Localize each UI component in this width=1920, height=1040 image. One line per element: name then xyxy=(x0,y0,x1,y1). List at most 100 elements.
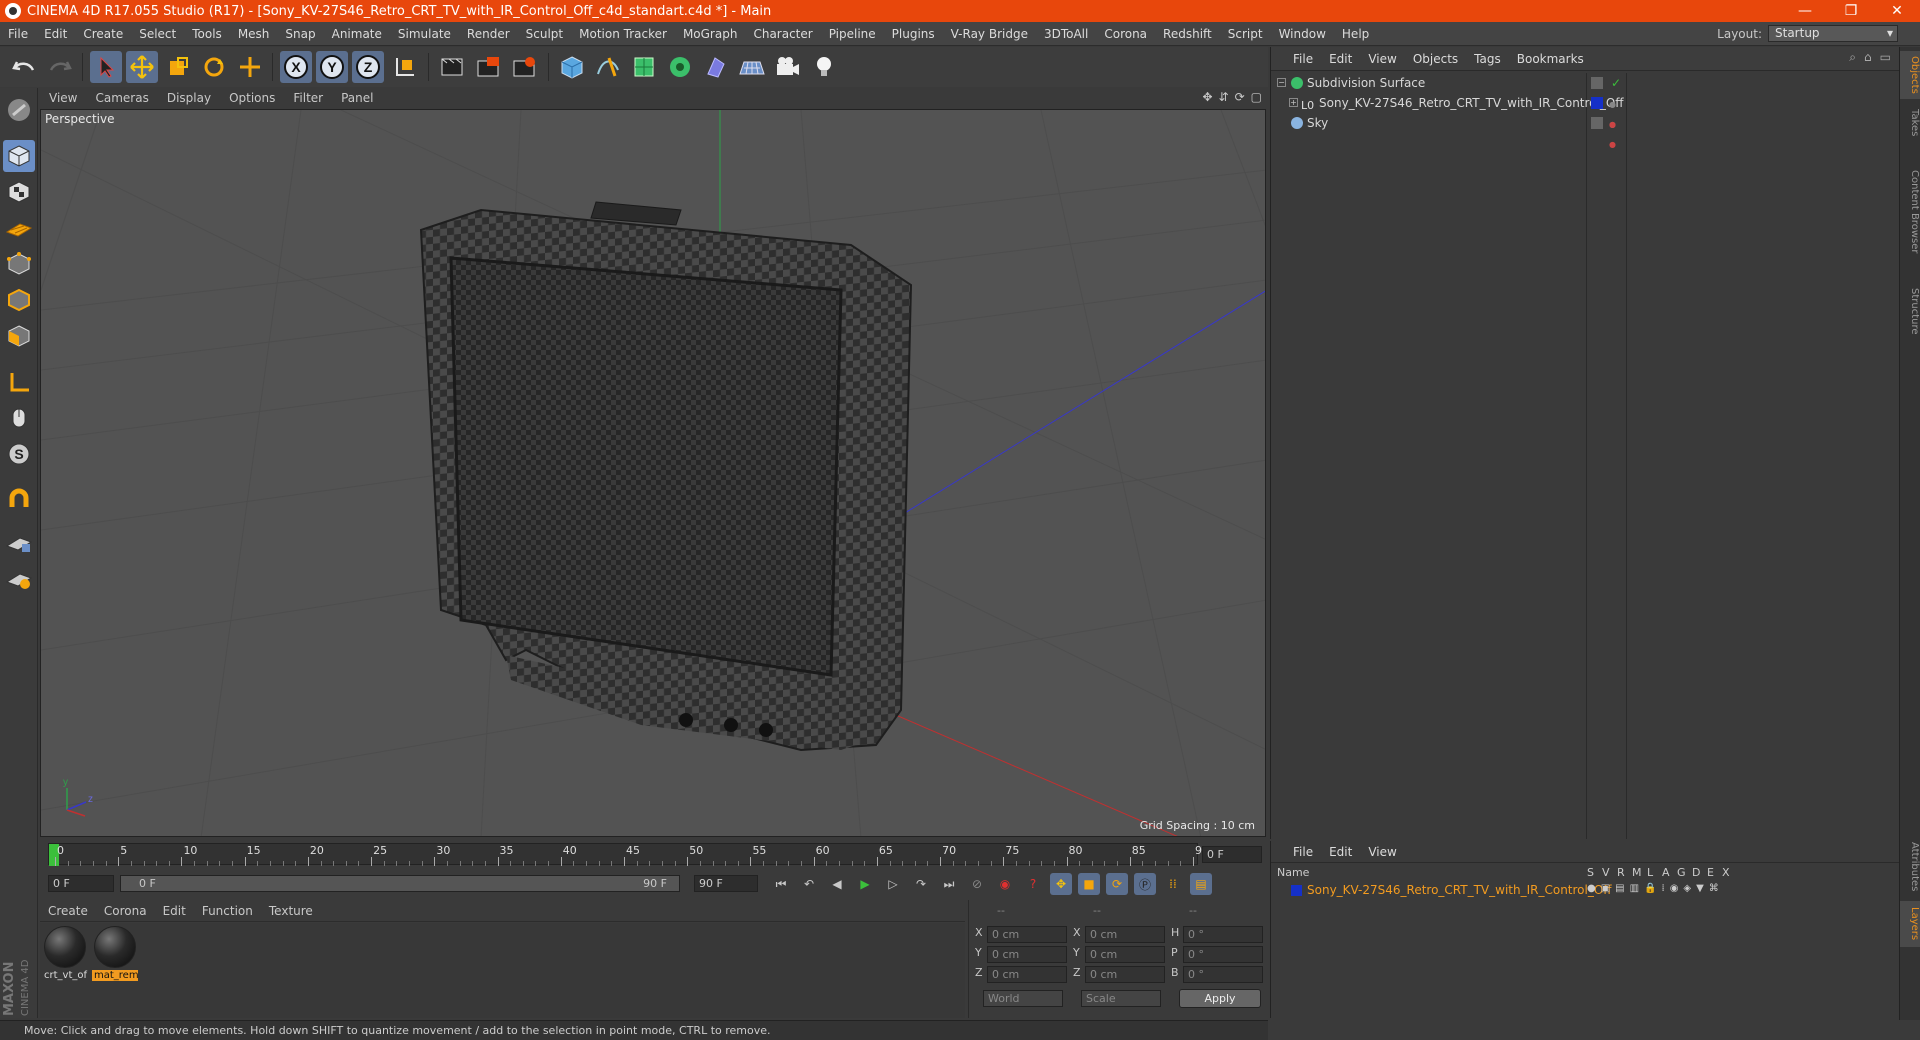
keyframe-selection-icon[interactable]: ? xyxy=(1022,873,1044,895)
go-to-end-icon[interactable]: ⏭ xyxy=(938,873,960,895)
end-frame-field[interactable]: 90 F xyxy=(694,875,758,892)
key-position-icon[interactable]: ✥ xyxy=(1050,873,1072,895)
layer-flag-icons[interactable]: ●▣▤▥🔒⁞◉◈▼⌘ xyxy=(1587,883,1724,894)
go-to-start-icon[interactable]: ⏮ xyxy=(770,873,792,895)
workplane-mode-icon[interactable] xyxy=(3,212,35,244)
menu-pipeline[interactable]: Pipeline xyxy=(821,27,884,41)
coord-field[interactable]: 0 cm xyxy=(1085,926,1165,943)
scale-select[interactable]: Scale xyxy=(1081,990,1161,1007)
key-pla-icon[interactable]: ⁞⁞ xyxy=(1162,873,1184,895)
object-row-sky[interactable]: Sky ● ● xyxy=(1271,113,1899,149)
new-window-icon[interactable]: ▭ xyxy=(1880,50,1891,65)
coord-field[interactable]: 0 cm xyxy=(1085,966,1165,983)
menu-render[interactable]: Render xyxy=(459,27,518,41)
move-icon[interactable] xyxy=(126,51,158,83)
tab-attributes[interactable]: Attributes xyxy=(1900,837,1920,897)
layer-row[interactable]: Sony_KV-27S46_Retro_CRT_TV_with_IR_Contr… xyxy=(1271,882,1899,900)
menu-script[interactable]: Script xyxy=(1220,27,1271,41)
deformer-icon[interactable] xyxy=(700,51,732,83)
restore-button[interactable]: ❐ xyxy=(1828,0,1874,22)
menu-3dtoall[interactable]: 3DToAll xyxy=(1036,27,1096,41)
material-menu-edit[interactable]: Edit xyxy=(155,904,194,918)
menu-mograph[interactable]: MoGraph xyxy=(675,27,746,41)
timeline-window-icon[interactable]: ▤ xyxy=(1190,873,1212,895)
object-menu-objects[interactable]: Objects xyxy=(1405,52,1466,66)
layout-select[interactable]: Startup xyxy=(1768,25,1898,42)
key-scale-icon[interactable]: ■ xyxy=(1078,873,1100,895)
object-row-subdivision-surface[interactable]: − Subdivision Surface ✓ xyxy=(1271,73,1899,93)
menu-edit[interactable]: Edit xyxy=(36,27,75,41)
layer-menu-edit[interactable]: Edit xyxy=(1321,845,1360,859)
undo-icon[interactable] xyxy=(8,51,40,83)
record-keys-icon[interactable]: ⊘ xyxy=(966,873,988,895)
edges-mode-icon[interactable] xyxy=(3,284,35,316)
menu-file[interactable]: File xyxy=(0,27,36,41)
object-menu-view[interactable]: View xyxy=(1360,52,1404,66)
frame-range-slider[interactable]: 0 F 90 F xyxy=(120,875,680,892)
make-editable-icon[interactable] xyxy=(3,94,35,126)
workplane-icon[interactable] xyxy=(3,564,35,596)
viewport-zoom-icon[interactable]: ⇵ xyxy=(1219,90,1229,104)
visibility-toggle-icon[interactable] xyxy=(1591,117,1603,129)
model-mode-icon[interactable] xyxy=(3,140,35,172)
axis-mode-icon[interactable] xyxy=(3,366,35,398)
object-menu-file[interactable]: File xyxy=(1285,52,1321,66)
menu-sculpt[interactable]: Sculpt xyxy=(518,27,571,41)
material-menu-create[interactable]: Create xyxy=(40,904,96,918)
object-row-sony-tv[interactable]: + L0 Sony_KV-27S46_Retro_CRT_TV_with_IR_… xyxy=(1271,93,1899,129)
material-swatch[interactable]: crt_vt_of xyxy=(42,926,88,981)
menu-snap[interactable]: Snap xyxy=(277,27,323,41)
render-view-icon[interactable] xyxy=(436,51,468,83)
tab-structure[interactable]: Structure xyxy=(1900,281,1920,341)
coord-field[interactable]: 0 ° xyxy=(1183,946,1263,963)
light-icon[interactable] xyxy=(808,51,840,83)
snap-icon[interactable] xyxy=(3,484,35,516)
menu-plugins[interactable]: Plugins xyxy=(884,27,943,41)
start-frame-field[interactable]: 0 F xyxy=(48,875,114,892)
camera-icon[interactable] xyxy=(772,51,804,83)
coord-field[interactable]: 0 ° xyxy=(1183,966,1263,983)
viewport-menu-view[interactable]: View xyxy=(40,91,86,105)
menu-redshift[interactable]: Redshift xyxy=(1155,27,1220,41)
tab-takes[interactable]: Takes xyxy=(1900,103,1920,143)
key-parameter-icon[interactable]: Ⓟ xyxy=(1134,873,1156,895)
viewport-menu-options[interactable]: Options xyxy=(220,91,284,105)
texture-mode-icon[interactable] xyxy=(3,176,35,208)
layer-color-swatch[interactable] xyxy=(1291,885,1302,896)
search-icon[interactable]: ⌕ xyxy=(1849,50,1856,65)
key-rotation-icon[interactable]: ⟳ xyxy=(1106,873,1128,895)
material-menu-texture[interactable]: Texture xyxy=(261,904,321,918)
material-menu-function[interactable]: Function xyxy=(194,904,261,918)
collapse-icon[interactable]: − xyxy=(1277,78,1286,87)
play-icon[interactable]: ▶ xyxy=(854,873,876,895)
tab-layers[interactable]: Layers xyxy=(1900,901,1920,947)
subdivision-generator-icon[interactable] xyxy=(628,51,660,83)
viewport-menu-filter[interactable]: Filter xyxy=(284,91,332,105)
x-axis-lock-icon[interactable]: X xyxy=(280,51,312,83)
coord-field[interactable]: 0 cm xyxy=(1085,946,1165,963)
home-icon[interactable]: ⌂ xyxy=(1864,50,1872,65)
menu-help[interactable]: Help xyxy=(1334,27,1377,41)
scale-icon[interactable] xyxy=(162,51,194,83)
material-menu-corona[interactable]: Corona xyxy=(96,904,155,918)
close-button[interactable]: ✕ xyxy=(1874,0,1920,22)
redo-icon[interactable] xyxy=(44,51,76,83)
viewport-menu-display[interactable]: Display xyxy=(158,91,220,105)
rotate-icon[interactable] xyxy=(198,51,230,83)
next-key-icon[interactable]: ↷ xyxy=(910,873,932,895)
recent-tool-icon[interactable] xyxy=(234,51,266,83)
timeline-ruler[interactable]: 051015202530354045505560657075808590 0 F xyxy=(40,839,1268,869)
coord-field[interactable]: 0 ° xyxy=(1183,926,1263,943)
pen-spline-icon[interactable] xyxy=(592,51,624,83)
viewport-pan-icon[interactable]: ✥ xyxy=(1202,90,1212,104)
layer-color-icon[interactable] xyxy=(1591,97,1603,109)
next-frame-icon[interactable]: ▷ xyxy=(882,873,904,895)
previous-key-icon[interactable]: ↶ xyxy=(798,873,820,895)
previous-frame-icon[interactable]: ◀ xyxy=(826,873,848,895)
perspective-viewport[interactable]: y z Perspective Grid Spacing : 10 cm xyxy=(40,109,1266,837)
coordinate-system-icon[interactable] xyxy=(388,51,420,83)
coord-field[interactable]: 0 cm xyxy=(987,966,1067,983)
viewport-menu-cameras[interactable]: Cameras xyxy=(86,91,157,105)
viewport-menu-panel[interactable]: Panel xyxy=(332,91,382,105)
visibility-toggle-icon[interactable] xyxy=(1591,77,1603,89)
